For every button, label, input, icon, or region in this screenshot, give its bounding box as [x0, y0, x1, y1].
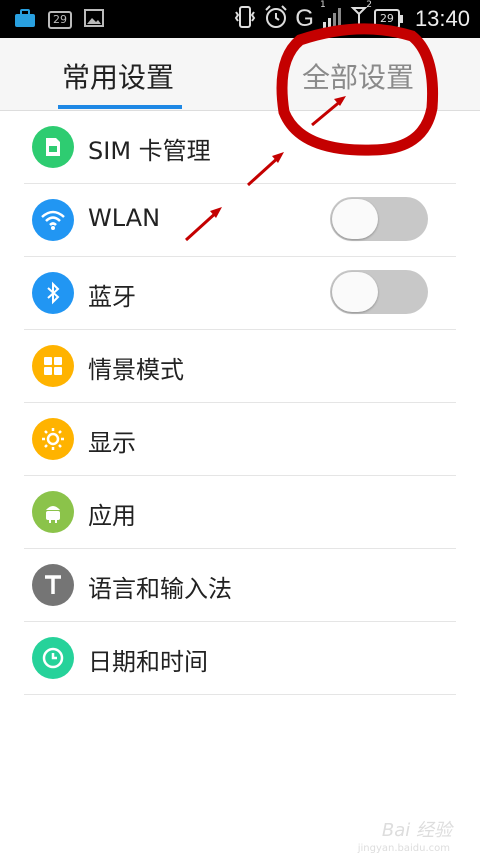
settings-item-language[interactable]: 语言和输入法: [24, 549, 456, 622]
settings-item-sim-card[interactable]: SIM 卡管理: [24, 111, 456, 184]
wifi-icon: [32, 199, 74, 241]
antenna-icon: 2: [350, 0, 372, 34]
sim-card-icon: [32, 126, 74, 168]
settings-item-label: WLAN: [88, 204, 161, 232]
battery-icon: 29: [373, 9, 403, 29]
settings-item-label: 语言和输入法: [88, 575, 232, 603]
clock-icon: [32, 637, 74, 679]
toggle-knob: [332, 199, 378, 239]
alarm-icon: [263, 4, 289, 34]
settings-item-profiles[interactable]: 情景模式: [24, 330, 456, 403]
sim1-label: 1: [319, 0, 326, 10]
signal-icon: 1: [320, 0, 344, 34]
settings-item-label: 应用: [88, 502, 136, 530]
watermark-url: jingyan.baidu.com: [357, 843, 450, 854]
toolbox-icon: [14, 8, 36, 32]
clock-time: 13:40: [414, 6, 470, 31]
text-t-icon: [32, 564, 74, 606]
settings-item-label: 蓝牙: [88, 283, 136, 311]
grid-icon: [32, 345, 74, 387]
vibrate-icon: [233, 4, 257, 34]
tab-all-settings[interactable]: 全部设置: [302, 56, 414, 96]
bluetooth-icon: [32, 272, 74, 314]
settings-tabs: 常用设置 全部设置: [0, 38, 480, 111]
settings-item-display[interactable]: 显示: [24, 403, 456, 476]
network-type: G: [295, 5, 314, 32]
brightness-icon: [32, 418, 74, 460]
settings-item-label: SIM 卡管理: [88, 137, 211, 165]
bluetooth-toggle[interactable]: [330, 270, 428, 314]
watermark: Bai 经验: [381, 820, 452, 841]
image-icon: [84, 9, 104, 31]
settings-item-label: 日期和时间: [88, 648, 208, 676]
settings-item-bluetooth[interactable]: 蓝牙: [24, 257, 456, 330]
sim2-label: 2: [366, 0, 372, 10]
toggle-knob: [332, 272, 378, 312]
settings-item-label: 显示: [88, 429, 136, 457]
status-bar: 29 G 1 2 29 13:40: [0, 0, 480, 38]
settings-item-wlan[interactable]: WLAN: [24, 184, 456, 257]
settings-list: SIM 卡管理 WLAN 蓝牙 情景模式 显示 应用 语言和输入法 日期和时间: [24, 111, 456, 695]
tab-selected-indicator: [58, 105, 182, 109]
wlan-toggle[interactable]: [330, 197, 428, 241]
settings-item-label: 情景模式: [88, 356, 184, 384]
android-icon: [32, 491, 74, 533]
tab-common-settings[interactable]: 常用设置: [62, 56, 174, 96]
notification-count-badge: 29: [48, 11, 72, 29]
battery-level: 29: [373, 9, 400, 29]
settings-item-date-time[interactable]: 日期和时间: [24, 622, 456, 695]
settings-item-apps[interactable]: 应用: [24, 476, 456, 549]
